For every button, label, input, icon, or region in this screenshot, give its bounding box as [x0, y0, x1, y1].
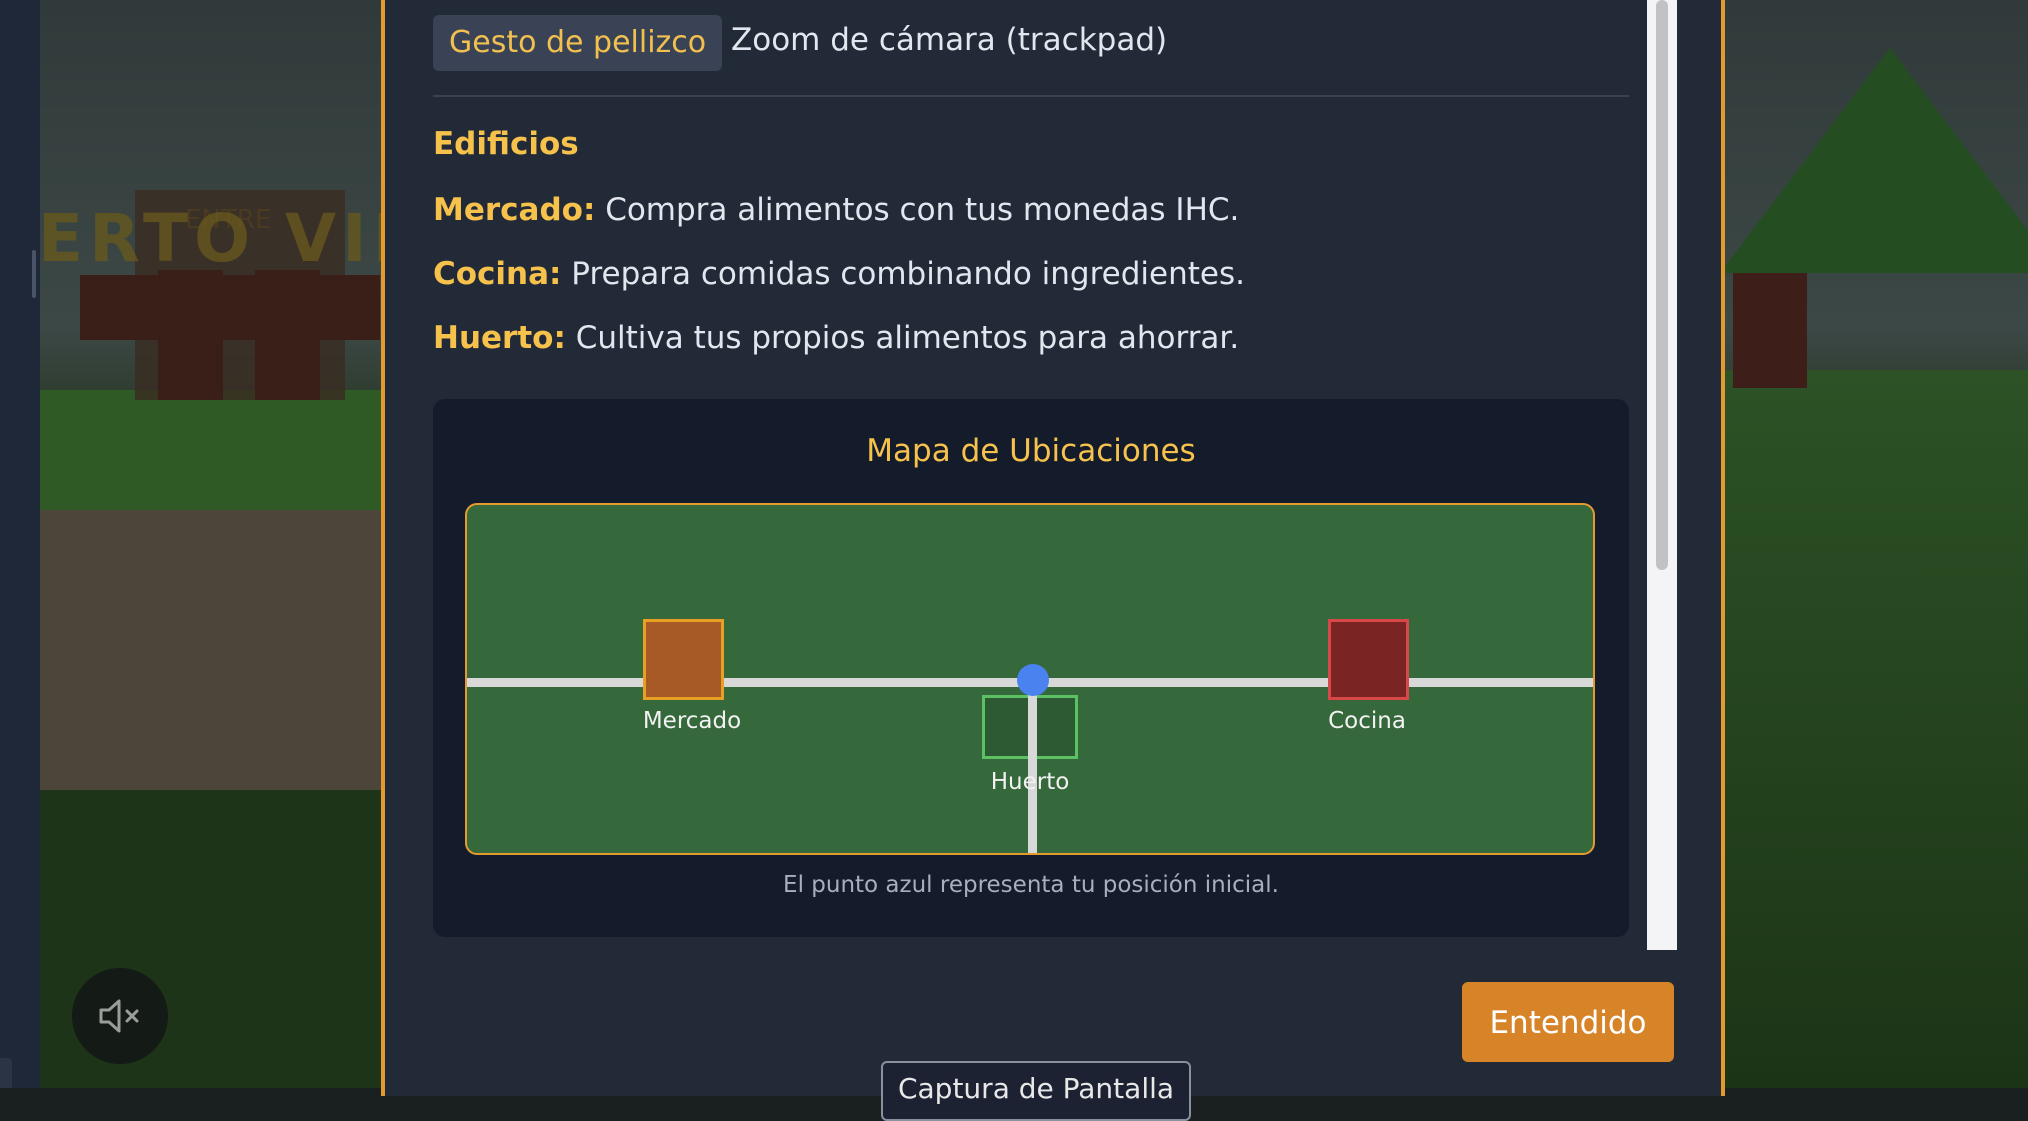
left-panel-edge	[0, 0, 40, 1088]
scene-fence-post	[255, 270, 320, 400]
scene-tree-crown	[1720, 48, 2028, 273]
pinch-description: Zoom de cámara (trackpad)	[731, 22, 1168, 58]
building-item-garden: Huerto: Cultiva tus propios alimentos pa…	[433, 320, 1239, 356]
modal-scroll-content: Gesto de pellizco Zoom de cámara (trackp…	[433, 0, 1629, 950]
control-row-pinch: Gesto de pellizco Zoom de cámara (trackp…	[433, 15, 1629, 97]
scene-path	[40, 510, 385, 790]
building-description: Cultiva tus propios alimentos para ahorr…	[565, 320, 1240, 356]
mute-button[interactable]	[72, 968, 168, 1064]
panel-resize-handle[interactable]	[32, 250, 36, 298]
map-building-kitchen	[1328, 619, 1409, 700]
map-label-garden: Huerto	[990, 769, 1070, 795]
building-item-kitchen: Cocina: Prepara comidas combinando ingre…	[433, 256, 1245, 292]
screenshot-button[interactable]: Captura de Pantalla	[881, 1061, 1191, 1121]
map-label-market: Mercado	[642, 708, 742, 734]
scene-tree-trunk	[1733, 272, 1807, 388]
modal-scrollbar-thumb[interactable]	[1656, 0, 1668, 570]
building-name: Cocina:	[433, 256, 562, 292]
scene-fence-post	[158, 270, 223, 400]
scene-grass-right	[1722, 370, 2028, 1088]
player-start-marker	[1017, 664, 1049, 696]
map-building-market	[643, 619, 724, 700]
map-caption: El punto azul representa tu posición ini…	[783, 872, 1279, 898]
building-description: Compra alimentos con tus monedas IHC.	[595, 192, 1240, 228]
speaker-muted-icon	[99, 999, 139, 1033]
scene-fence	[80, 275, 380, 340]
map-field: Mercado Cocina Huerto	[465, 503, 1595, 855]
buildings-title: Edificios	[433, 126, 579, 162]
help-modal: Gesto de pellizco Zoom de cámara (trackp…	[381, 0, 1725, 1121]
building-name: Huerto:	[433, 320, 566, 356]
building-name: Mercado:	[433, 192, 596, 228]
understood-button[interactable]: Entendido	[1462, 982, 1674, 1062]
corner-tab	[0, 1058, 12, 1088]
scene-grass	[40, 390, 385, 510]
locations-map-panel: Mapa de Ubicaciones Mercado Cocina Huert…	[433, 399, 1629, 937]
pinch-key-badge: Gesto de pellizco	[433, 15, 723, 71]
building-description: Prepara comidas combinando ingredientes.	[561, 256, 1245, 292]
map-title: Mapa de Ubicaciones	[866, 433, 1196, 469]
building-item-market: Mercado: Compra alimentos con tus moneda…	[433, 192, 1239, 228]
map-label-kitchen: Cocina	[1328, 708, 1406, 734]
